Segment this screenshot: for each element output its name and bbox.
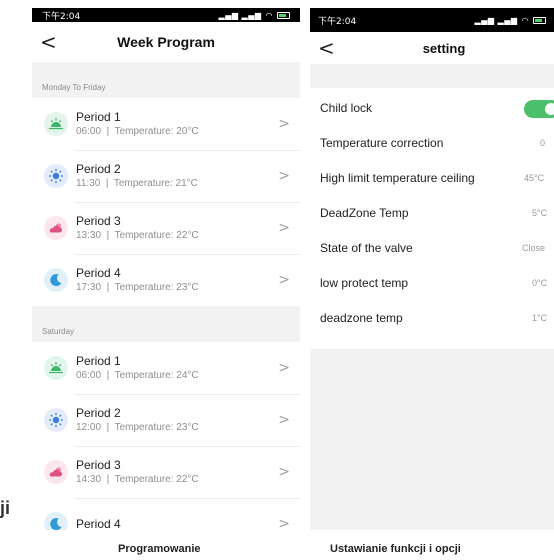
caption-left: Programowanie: [118, 543, 201, 555]
setting-value: 45°C: [524, 172, 545, 183]
period-temp: Temperature: 23°C: [114, 281, 199, 293]
chevron-right-icon: >: [278, 168, 290, 184]
period-row[interactable]: Period 1 06:00 | Temperature: 24°C >: [32, 342, 300, 394]
status-bar: 下午2:04 ▂▄▆ ▂▄▆ ◠: [32, 8, 300, 22]
chevron-right-icon: >: [278, 272, 290, 288]
period-time: 06:00: [76, 369, 102, 381]
sunrise-icon: [44, 356, 68, 380]
period-temp: Temperature: 24°C: [114, 369, 199, 381]
battery-icon: [277, 11, 290, 19]
period-time: 14:30: [76, 473, 102, 485]
period-time: 12:00: [76, 421, 102, 433]
period-temp: Temperature: 22°C: [114, 473, 199, 485]
back-icon[interactable]: <: [40, 22, 60, 62]
period-list-weekdays: Period 1 06:00 | Temperature: 20°C > Per…: [32, 98, 300, 306]
list-bottom-padding: [310, 335, 554, 349]
period-name: Period 3: [76, 457, 121, 472]
setting-value: 0°C: [532, 277, 548, 288]
chevron-right-icon: >: [278, 220, 290, 236]
period-time: 06:00: [76, 125, 102, 137]
sunrise-icon: [44, 112, 68, 136]
status-icons: ▂▄▆ ▂▄▆ ◠: [219, 11, 290, 20]
page-title: setting: [422, 40, 466, 56]
period-name: Period 1: [76, 109, 121, 124]
period-name: Period 4: [76, 516, 121, 531]
setting-value: 1°C: [532, 312, 548, 323]
period-temp: Temperature: 22°C: [114, 229, 199, 241]
setting-row-temperature-correction[interactable]: Temperature correction 0: [310, 125, 554, 160]
moon-icon: [44, 268, 68, 292]
period-temp: Temperature: 21°C: [113, 177, 198, 189]
cloud-sun-icon: [44, 460, 68, 484]
setting-label: High limit temperature ceiling: [320, 170, 475, 185]
status-bar: 下午2:04 ▂▄▆ ▂▄▆ ◠: [310, 8, 554, 32]
period-row[interactable]: Period 3 14:30 | Temperature: 22°C >: [32, 446, 300, 498]
setting-label: State of the valve: [320, 240, 413, 255]
setting-row-valve-state[interactable]: State of the valve Close: [310, 230, 554, 265]
settings-screen: 下午2:04 ▂▄▆ ▂▄▆ ◠ < setting Child lock Te…: [310, 8, 554, 530]
setting-label: low protect temp: [320, 275, 409, 290]
section-label-saturday: Saturday: [32, 306, 300, 342]
period-row[interactable]: Period 2 11:30 | Temperature: 21°C >: [32, 150, 300, 202]
status-icons: ▂▄▆ ▂▄▆ ◠: [475, 16, 546, 25]
period-list-saturday: Period 1 06:00 | Temperature: 24°C > Per…: [32, 342, 300, 530]
caption-fragment: ji: [0, 498, 11, 518]
setting-value: 5°C: [532, 207, 548, 218]
period-row[interactable]: Period 4 17:30 | Temperature: 23°C >: [32, 254, 300, 306]
week-program-screen: 下午2:04 ▂▄▆ ▂▄▆ ◠ < Week Program Monday T…: [32, 8, 300, 530]
chevron-right-icon: >: [278, 360, 290, 376]
wifi-icon: ◠: [265, 10, 273, 20]
period-temp: Temperature: 23°C: [114, 421, 199, 433]
setting-row-high-limit[interactable]: High limit temperature ceiling 45°C: [310, 160, 554, 195]
chevron-right-icon: >: [278, 412, 290, 428]
period-row[interactable]: Period 4 >: [32, 498, 300, 530]
setting-value: 0: [540, 137, 546, 148]
caption-right: Ustawianie funkcji i opcji: [330, 543, 461, 555]
setting-label: deadzone temp: [320, 310, 403, 325]
period-name: Period 2: [76, 161, 121, 176]
status-time: 下午2:04: [318, 16, 357, 27]
period-time: 17:30: [76, 281, 102, 293]
period-row[interactable]: Period 2 12:00 | Temperature: 23°C >: [32, 394, 300, 446]
page-title: Week Program: [117, 34, 215, 50]
battery-icon: [533, 16, 546, 24]
setting-row-deadzone-temp-lower[interactable]: deadzone temp 1°C: [310, 300, 554, 335]
period-row[interactable]: Period 3 13:30 | Temperature: 22°C >: [32, 202, 300, 254]
sun-icon: [44, 164, 68, 188]
section-label-weekdays: Monday To Friday: [32, 62, 300, 98]
signal-icon: ▂▄▆ ▂▄▆: [218, 10, 262, 20]
top-nav: < Week Program: [32, 22, 300, 62]
status-time: 下午2:04: [42, 11, 81, 22]
moon-icon: [44, 512, 68, 530]
signal-icon: ▂▄▆ ▂▄▆: [474, 15, 518, 25]
setting-row-low-protect-temp[interactable]: low protect temp 0°C: [310, 265, 554, 300]
period-row[interactable]: Period 1 06:00 | Temperature: 20°C >: [32, 98, 300, 150]
setting-row-deadzone-temp[interactable]: DeadZone Temp 5°C: [310, 195, 554, 230]
period-name: Period 1: [76, 353, 121, 368]
setting-label: Temperature correction: [320, 135, 444, 150]
settings-list: Child lock Temperature correction 0 High…: [310, 88, 554, 349]
setting-row-child-lock: Child lock: [310, 90, 554, 125]
setting-label: DeadZone Temp: [320, 205, 409, 220]
period-name: Period 3: [76, 213, 121, 228]
period-time: 13:30: [76, 229, 102, 241]
period-name: Period 4: [76, 265, 121, 280]
chevron-right-icon: >: [278, 116, 290, 132]
period-time: 11:30: [76, 177, 101, 189]
sun-icon: [44, 408, 68, 432]
setting-value: Close: [522, 242, 546, 253]
wifi-icon: ◠: [521, 15, 529, 25]
top-nav: < setting: [310, 32, 554, 64]
child-lock-toggle[interactable]: [524, 100, 554, 118]
cloud-sun-icon: [44, 216, 68, 240]
setting-label: Child lock: [320, 100, 373, 115]
chevron-right-icon: >: [278, 464, 290, 480]
chevron-right-icon: >: [278, 516, 290, 530]
period-name: Period 2: [76, 405, 121, 420]
period-temp: Temperature: 20°C: [114, 125, 199, 137]
